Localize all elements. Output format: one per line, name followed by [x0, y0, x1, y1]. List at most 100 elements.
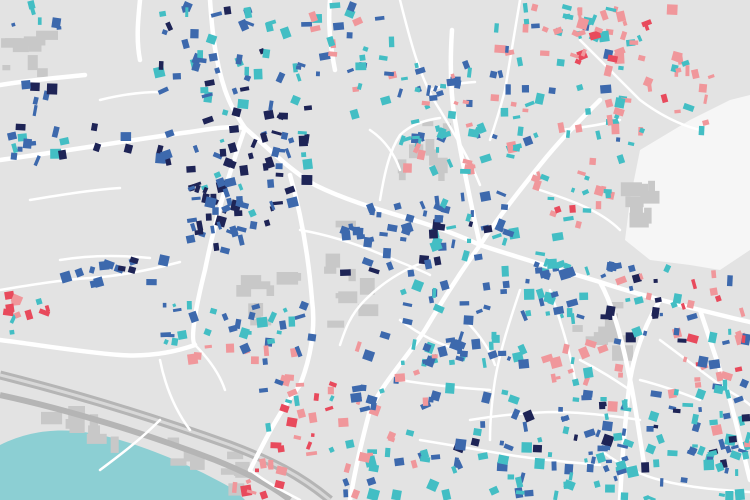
building-teal	[491, 334, 500, 343]
building-blue	[500, 289, 508, 295]
building-teal	[618, 65, 624, 71]
building-pink	[250, 356, 259, 365]
building-blue	[56, 26, 62, 30]
map-canvas[interactable]	[0, 0, 750, 500]
building-blue	[98, 260, 110, 271]
building-navy	[600, 314, 610, 320]
building-blue	[262, 358, 268, 366]
building-blue	[518, 358, 530, 369]
building-pink	[698, 83, 708, 93]
building-blue	[659, 312, 663, 317]
building-pink	[589, 157, 597, 166]
building-pink	[225, 343, 235, 353]
building-pink	[629, 40, 639, 45]
building-blue	[275, 163, 283, 170]
building-pink	[308, 412, 318, 424]
building-blue	[382, 247, 392, 259]
building-teal	[703, 459, 715, 471]
building-teal	[9, 329, 15, 335]
building-teal	[158, 10, 167, 17]
building-teal	[288, 316, 296, 327]
building-teal	[171, 337, 179, 346]
building-blue	[363, 236, 373, 248]
building-teal	[603, 189, 612, 194]
building-teal	[517, 126, 524, 137]
building-teal	[447, 110, 457, 120]
building-navy	[672, 408, 681, 414]
building-pink	[295, 382, 305, 387]
building-pink	[674, 109, 681, 114]
building-blue	[680, 477, 688, 484]
building-navy	[158, 61, 164, 70]
building-teal	[448, 359, 455, 366]
unclassified-building	[65, 419, 75, 429]
building-teal	[435, 147, 440, 153]
building-teal	[556, 58, 565, 67]
building-red	[286, 416, 298, 428]
building-navy	[532, 444, 543, 453]
building-teal	[500, 107, 509, 117]
building-blue	[499, 440, 505, 446]
building-navy	[428, 229, 439, 239]
building-teal	[579, 292, 589, 301]
building-teal	[256, 316, 268, 328]
building-pink	[510, 101, 517, 107]
building-teal	[547, 196, 555, 201]
building-teal	[735, 469, 739, 477]
unclassified-building	[327, 320, 345, 328]
building-teal	[572, 397, 580, 403]
building-pink	[284, 374, 295, 381]
building-pink	[494, 44, 506, 54]
building-teal	[600, 396, 607, 402]
building-blue	[502, 280, 510, 289]
building-blue	[146, 279, 157, 286]
building-blue	[360, 384, 367, 392]
building-navy	[263, 109, 275, 120]
building-navy	[239, 164, 249, 176]
building-teal	[725, 490, 734, 500]
building-teal	[547, 452, 553, 458]
building-teal	[713, 384, 724, 395]
building-blue	[17, 146, 23, 152]
building-teal	[582, 208, 592, 213]
building-teal	[564, 13, 571, 20]
building-teal	[460, 168, 471, 174]
building-blue	[376, 211, 382, 218]
building-red	[5, 303, 15, 313]
unclassified-building	[266, 285, 275, 296]
building-navy	[483, 225, 493, 234]
building-blue	[267, 179, 275, 189]
unclassified-building	[572, 325, 583, 332]
building-blue	[459, 301, 470, 306]
building-blue	[601, 420, 613, 432]
building-blue	[463, 315, 474, 326]
building-pink	[577, 7, 583, 16]
building-teal	[355, 62, 367, 71]
building-blue	[500, 204, 509, 211]
building-pink	[422, 397, 429, 406]
building-pink	[607, 400, 618, 412]
building-blue	[384, 71, 395, 77]
building-teal	[493, 23, 500, 33]
building-teal	[388, 36, 395, 48]
map-svg[interactable]	[0, 0, 750, 500]
building-blue	[428, 396, 434, 403]
building-teal	[237, 98, 249, 110]
building-blue	[531, 23, 540, 29]
building-blue	[558, 406, 563, 412]
building-teal	[302, 158, 313, 170]
unclassified-building	[425, 139, 435, 156]
building-pink	[338, 417, 349, 428]
building-pink	[327, 386, 334, 395]
building-navy	[303, 105, 313, 111]
building-blue	[605, 459, 612, 464]
building-navy	[234, 210, 243, 217]
building-pink	[666, 4, 678, 16]
building-blue	[249, 220, 258, 230]
building-blue	[307, 333, 317, 342]
building-blue	[524, 489, 534, 497]
building-blue	[708, 359, 721, 370]
building-red	[313, 393, 320, 402]
building-pink	[709, 287, 718, 296]
building-blue	[434, 214, 444, 223]
